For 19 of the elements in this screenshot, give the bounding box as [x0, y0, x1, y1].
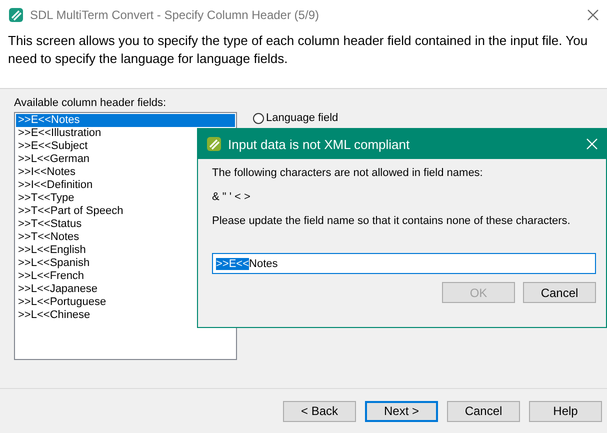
message-text: The following characters are not allowed in field names: [212, 167, 484, 179]
characters-text: & " ' < > [212, 191, 252, 203]
window-title: SDL MultiTerm Convert - Specify Column Header (5/9) [30, 8, 320, 22]
app-icon [8, 7, 24, 23]
radio-label: Language field [266, 112, 338, 124]
list-item[interactable]: >>E<<Notes [16, 114, 235, 127]
wizard-button[interactable]: Help [529, 400, 602, 422]
app-icon [206, 136, 222, 152]
intro-text: This screen allows you to specify the type of each column header field contained in the input file. You need to specify the language for language fields. [8, 32, 589, 68]
wizard-button[interactable]: < Back [283, 400, 356, 422]
instruction-text: Please update the field name so that it contains none of these characters. [212, 215, 572, 227]
dialog-title: Input data is not XML compliant [228, 136, 411, 152]
dialog-button[interactable]: Cancel [523, 282, 596, 303]
field-name-input[interactable]: >>E<<Notes [212, 253, 596, 274]
close-icon[interactable] [587, 9, 599, 21]
wizard-button[interactable]: Next > [365, 400, 438, 422]
list-label: Available column header fields: [14, 97, 168, 109]
wizard-button[interactable]: Cancel [447, 400, 520, 422]
radio-button[interactable] [253, 112, 264, 124]
